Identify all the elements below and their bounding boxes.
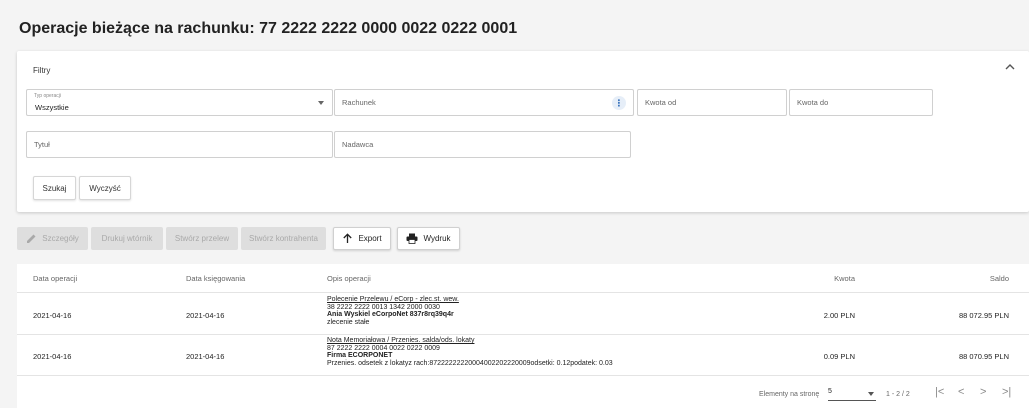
create-transfer-label: Stwórz przelew — [174, 234, 230, 243]
counterparty-name: Ania Wyskiel eCorpoNet 837r8rq39q4r — [327, 311, 454, 318]
description-cell: Nota Memoriałowa / Przenies. salda/ods. … — [327, 337, 613, 367]
filters-title: Filtry — [33, 66, 51, 75]
booking-date-cell: 2021-04-16 — [186, 311, 225, 320]
balance-cell: 88 070.95 PLN — [958, 352, 1009, 361]
amount-cell: 2.00 PLN — [823, 311, 855, 320]
booking-date-cell: 2021-04-16 — [186, 352, 225, 361]
operation-type-select[interactable]: Typ operacji Wszystkie — [26, 89, 333, 116]
export-button[interactable]: Export — [333, 227, 391, 250]
pagination-range: 1 - 2 / 2 — [886, 391, 910, 398]
column-header-booking-date[interactable]: Data księgowania — [186, 274, 245, 283]
amount-to-input[interactable] — [797, 90, 925, 115]
column-header-description[interactable]: Opis operacji — [327, 274, 371, 283]
chevron-up-icon[interactable] — [1003, 60, 1017, 74]
export-label: Export — [358, 234, 382, 243]
title-field[interactable] — [26, 131, 333, 158]
printer-icon — [406, 233, 418, 244]
filters-panel: Filtry Typ operacji Wszystkie ⋮ Szukaj W… — [17, 51, 1029, 212]
account-input[interactable] — [342, 90, 626, 115]
amount-from-field[interactable] — [637, 89, 787, 116]
account-field[interactable]: ⋮ — [334, 89, 634, 116]
search-button[interactable]: Szukaj — [33, 176, 76, 200]
details-button[interactable]: Szczegóły — [17, 227, 88, 250]
print-duplicate-label: Drukuj wtórnik — [101, 234, 153, 243]
balance-cell: 88 072.95 PLN — [958, 311, 1009, 320]
operation-details: zlecenie stałe — [327, 318, 370, 326]
operation-details: Przenies. odsetek z lokatyz rach:8722222… — [327, 359, 613, 367]
description-cell: Polecenie Przelewu / eCorp - zlec.st. we… — [327, 296, 459, 326]
clear-button[interactable]: Wyczyść — [79, 176, 131, 200]
first-page-icon[interactable]: |< — [935, 386, 944, 398]
next-page-icon[interactable]: > — [980, 386, 986, 398]
operation-type-value: Wszystkie — [35, 103, 69, 112]
per-page-label: Elementy na stronę — [759, 391, 820, 398]
previous-page-icon[interactable]: < — [958, 386, 964, 398]
counterparty-name: Firma ECORPONET — [327, 352, 393, 359]
operation-type-link[interactable]: Polecenie Przelewu / eCorp - zlec.st. we… — [327, 296, 459, 304]
printout-button[interactable]: Wydruk — [397, 227, 460, 250]
printout-label: Wydruk — [423, 234, 451, 243]
title-input[interactable] — [34, 132, 325, 157]
operations-table: Data operacji Data księgowania Opis oper… — [17, 264, 1029, 408]
amount-to-field[interactable] — [789, 89, 933, 116]
create-contractor-label: Stwórz kontrahenta — [249, 234, 318, 243]
per-page-value: 5 — [828, 388, 832, 395]
column-header-amount[interactable]: Kwota — [834, 274, 855, 283]
operation-type-label: Typ operacji — [34, 93, 61, 99]
operation-type-link[interactable]: Nota Memoriałowa / Przenies. salda/ods. … — [327, 337, 613, 345]
dropdown-caret-icon — [318, 101, 324, 105]
create-contractor-button[interactable]: Stwórz kontrahenta — [241, 227, 326, 250]
more-vert-icon[interactable]: ⋮ — [612, 96, 626, 110]
pencil-icon — [27, 234, 36, 243]
row-divider — [17, 292, 1029, 293]
details-label: Szczegóły — [42, 234, 79, 243]
page-title: Operacje bieżące na rachunku: 77 2222 22… — [19, 20, 518, 37]
counterparty-account: 87 2222 2222 0004 0022 0222 0009 — [327, 344, 440, 352]
sender-input[interactable] — [342, 132, 623, 157]
column-header-operation-date[interactable]: Data operacji — [33, 274, 77, 283]
amount-cell: 0.09 PLN — [823, 352, 855, 361]
last-page-icon[interactable]: >| — [1002, 386, 1011, 398]
create-transfer-button[interactable]: Stwórz przelew — [166, 227, 238, 250]
amount-from-input[interactable] — [645, 90, 779, 115]
operation-date-cell: 2021-04-16 — [33, 352, 72, 361]
column-header-balance[interactable]: Saldo — [990, 274, 1009, 283]
row-divider — [17, 334, 1029, 335]
counterparty-account: 38 2222 2222 0013 1342 2000 0030 — [327, 303, 440, 311]
print-duplicate-button[interactable]: Drukuj wtórnik — [91, 227, 163, 250]
per-page-select[interactable]: 5 — [828, 388, 876, 401]
row-divider — [17, 375, 1029, 376]
dropdown-caret-icon — [868, 392, 874, 396]
arrow-up-icon — [343, 233, 353, 243]
sender-field[interactable] — [334, 131, 631, 158]
operation-date-cell: 2021-04-16 — [33, 311, 72, 320]
